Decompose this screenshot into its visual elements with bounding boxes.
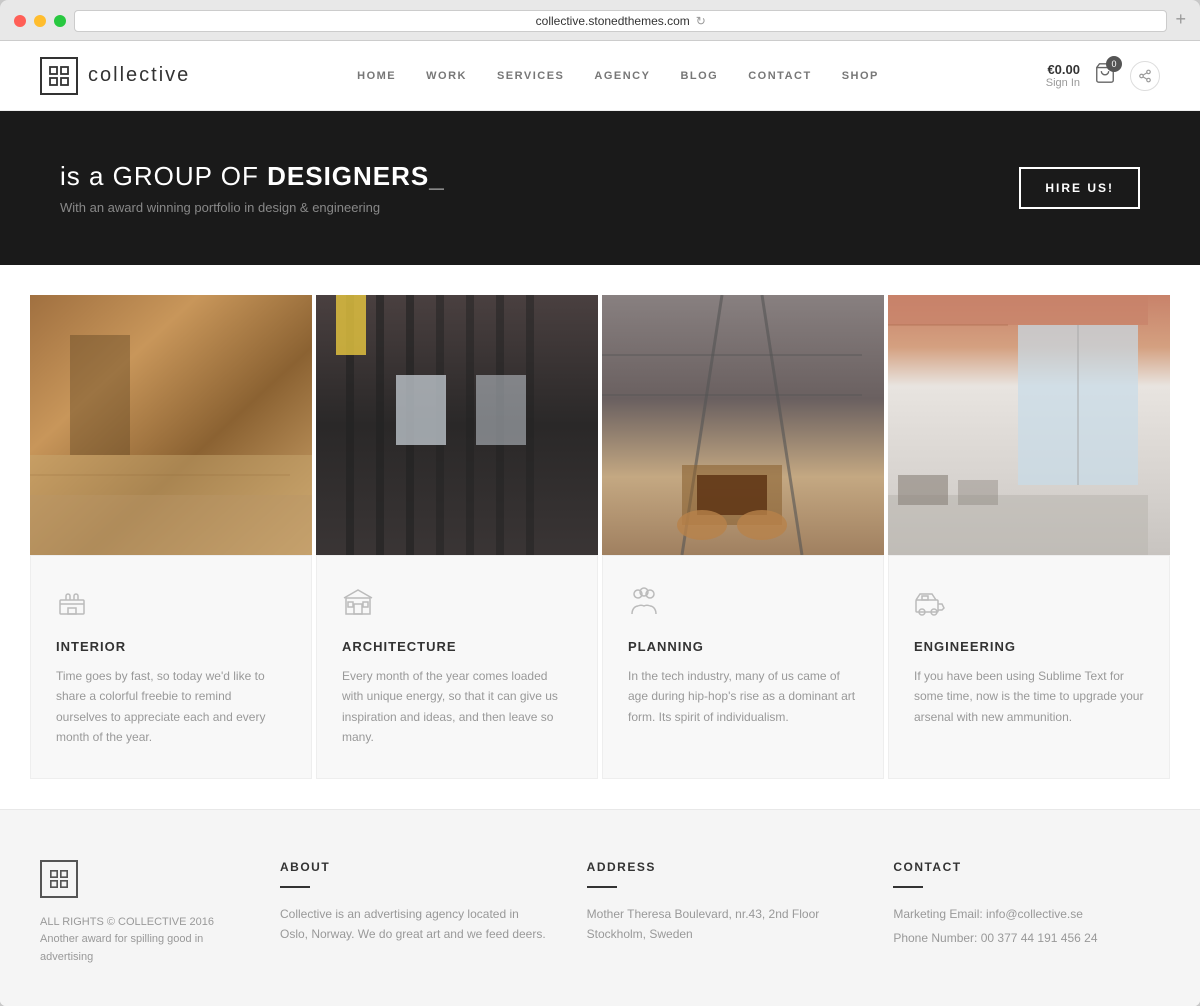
address-bar[interactable]: collective.stonedthemes.com ↻ xyxy=(74,10,1167,32)
browser-chrome: collective.stonedthemes.com ↻ + xyxy=(0,0,1200,41)
hero-headline: is a GROUP OF DESIGNERS_ xyxy=(60,161,445,192)
footer-contact-title: CONTACT xyxy=(893,860,1160,874)
nav-work[interactable]: WORK xyxy=(426,65,467,87)
interior-title: INTERIOR xyxy=(56,639,286,654)
url-text: collective.stonedthemes.com xyxy=(536,14,690,28)
footer-about-divider xyxy=(280,886,310,888)
footer-contact-phone: Phone Number: 00 377 44 191 456 24 xyxy=(893,928,1160,948)
header-right: €0.00 Sign In 0 xyxy=(1046,61,1160,91)
new-tab-button[interactable]: + xyxy=(1175,10,1186,32)
footer-about: ABOUT Collective is an advertising agenc… xyxy=(280,860,547,967)
footer-logo-area: ALL RIGHTS © COLLECTIVE 2016 Another awa… xyxy=(40,860,240,967)
cart-price: €0.00 xyxy=(1046,62,1080,77)
portfolio-item-modern[interactable] xyxy=(888,295,1170,555)
footer-contact-divider xyxy=(893,886,923,888)
architecture-icon xyxy=(342,586,572,625)
share-button[interactable] xyxy=(1130,61,1160,91)
site-footer: ALL RIGHTS © COLLECTIVE 2016 Another awa… xyxy=(0,809,1200,1006)
logo-area[interactable]: collective xyxy=(40,57,190,95)
cart-icon[interactable]: 0 xyxy=(1094,62,1116,89)
footer-copyright: ALL RIGHTS © COLLECTIVE 2016 Another awa… xyxy=(40,914,240,967)
engineering-title: ENGINEERING xyxy=(914,639,1144,654)
service-card-planning: PLANNING In the tech industry, many of u… xyxy=(602,555,884,779)
site-header: collective HOME WORK SERVICES AGENCY BLO… xyxy=(0,41,1200,111)
footer-contact-email: Marketing Email: info@collective.se xyxy=(893,904,1160,924)
footer-address: ADDRESS Mother Theresa Boulevard, nr.43,… xyxy=(587,860,854,967)
maximize-dot[interactable] xyxy=(54,15,66,27)
planning-desc: In the tech industry, many of us came of… xyxy=(628,666,858,727)
hero-text: is a GROUP OF DESIGNERS_ With an award w… xyxy=(60,161,445,215)
copyright-text: ALL RIGHTS © COLLECTIVE 2016 xyxy=(40,914,240,932)
minimize-dot[interactable] xyxy=(34,15,46,27)
nav-blog[interactable]: BLOG xyxy=(680,65,718,87)
cart-signin[interactable]: Sign In xyxy=(1046,77,1080,89)
footer-address-title: ADDRESS xyxy=(587,860,854,874)
hero-bold: DESIGNERS xyxy=(267,161,429,191)
footer-address-divider xyxy=(587,886,617,888)
nav-services[interactable]: SERVICES xyxy=(497,65,564,87)
footer-contact: CONTACT Marketing Email: info@collective… xyxy=(893,860,1160,967)
close-dot[interactable] xyxy=(14,15,26,27)
footer-about-title: ABOUT xyxy=(280,860,547,874)
interior-icon xyxy=(56,586,286,625)
nav-agency[interactable]: AGENCY xyxy=(594,65,650,87)
portfolio-item-architecture[interactable] xyxy=(316,295,598,555)
planning-title: PLANNING xyxy=(628,639,858,654)
interior-desc: Time goes by fast, so today we'd like to… xyxy=(56,666,286,748)
engineering-desc: If you have been using Sublime Text for … xyxy=(914,666,1144,727)
hero-banner: is a GROUP OF DESIGNERS_ With an award w… xyxy=(0,111,1200,265)
architecture-desc: Every month of the year comes loaded wit… xyxy=(342,666,572,748)
hero-suffix: _ xyxy=(429,161,444,191)
logo-text: collective xyxy=(88,64,190,87)
nav-home[interactable]: HOME xyxy=(357,65,396,87)
portfolio-grid xyxy=(0,265,1200,555)
website-content: collective HOME WORK SERVICES AGENCY BLO… xyxy=(0,41,1200,1006)
footer-logo-icon xyxy=(40,860,78,898)
portfolio-item-industrial[interactable] xyxy=(602,295,884,555)
hero-subtitle: With an award winning portfolio in desig… xyxy=(60,200,445,215)
engineering-icon xyxy=(914,586,1144,625)
refresh-icon[interactable]: ↻ xyxy=(696,14,706,28)
hero-prefix: is a GROUP OF xyxy=(60,161,267,191)
footer-about-text: Collective is an advertising agency loca… xyxy=(280,904,547,945)
service-card-architecture: ARCHITECTURE Every month of the year com… xyxy=(316,555,598,779)
footer-address-text: Mother Theresa Boulevard, nr.43, 2nd Flo… xyxy=(587,904,854,945)
logo-icon xyxy=(40,57,78,95)
services-grid: INTERIOR Time goes by fast, so today we'… xyxy=(0,555,1200,809)
cart-info: €0.00 Sign In xyxy=(1046,62,1080,89)
nav-shop[interactable]: SHOP xyxy=(842,65,879,87)
architecture-title: ARCHITECTURE xyxy=(342,639,572,654)
footer-tagline: Another award for spilling good in adver… xyxy=(40,931,240,966)
hire-us-button[interactable]: HIRE US! xyxy=(1019,167,1140,209)
nav-contact[interactable]: CONTACT xyxy=(748,65,811,87)
service-card-interior: INTERIOR Time goes by fast, so today we'… xyxy=(30,555,312,779)
portfolio-item-interior[interactable] xyxy=(30,295,312,555)
cart-badge: 0 xyxy=(1106,56,1122,72)
main-nav: HOME WORK SERVICES AGENCY BLOG CONTACT S… xyxy=(190,65,1045,87)
service-card-engineering: ENGINEERING If you have been using Subli… xyxy=(888,555,1170,779)
planning-icon xyxy=(628,586,858,625)
